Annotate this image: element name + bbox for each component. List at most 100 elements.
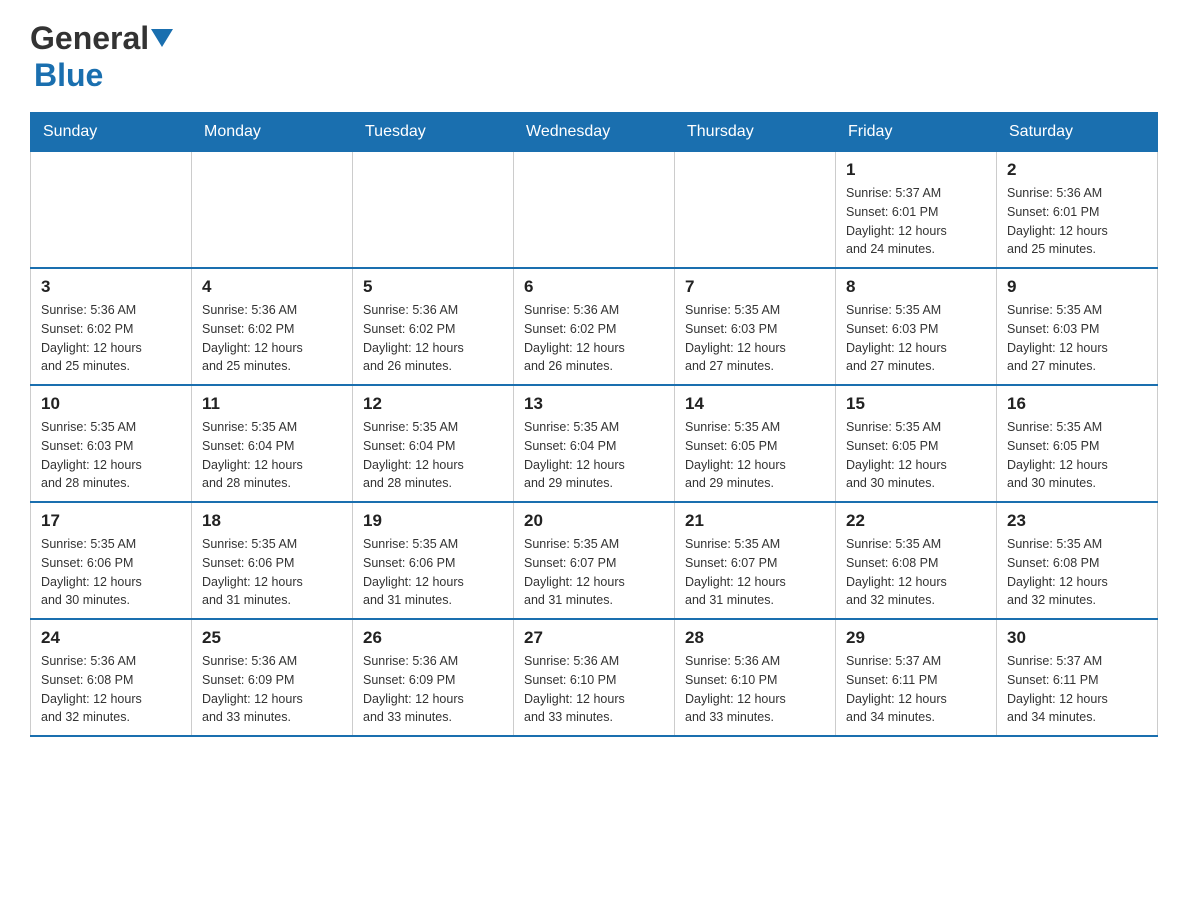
calendar-day-cell: 1 Sunrise: 5:37 AM Sunset: 6:01 PM Daylig… <box>836 152 997 269</box>
day-of-week-header: Friday <box>836 113 997 152</box>
day-info: Sunrise: 5:36 AM Sunset: 6:02 PM Dayligh… <box>202 301 342 376</box>
day-number: 7 <box>685 277 825 297</box>
calendar-week-row: 1 Sunrise: 5:37 AM Sunset: 6:01 PM Daylig… <box>31 152 1158 269</box>
calendar-day-cell: 18 Sunrise: 5:35 AM Sunset: 6:06 PM Dayli… <box>192 502 353 619</box>
page-header: General Blue <box>30 20 1158 94</box>
calendar-day-cell: 12 Sunrise: 5:35 AM Sunset: 6:04 PM Dayli… <box>353 385 514 502</box>
calendar-day-cell <box>353 152 514 269</box>
day-number: 27 <box>524 628 664 648</box>
day-number: 19 <box>363 511 503 531</box>
calendar-day-cell: 24Sunrise: 5:36 AM Sunset: 6:08 PM Dayli… <box>31 619 192 736</box>
day-number: 5 <box>363 277 503 297</box>
calendar-week-row: 24Sunrise: 5:36 AM Sunset: 6:08 PM Dayli… <box>31 619 1158 736</box>
calendar-day-cell: 11 Sunrise: 5:35 AM Sunset: 6:04 PM Dayli… <box>192 385 353 502</box>
day-number: 26 <box>363 628 503 648</box>
day-of-week-header: Sunday <box>31 113 192 152</box>
calendar-body: 1 Sunrise: 5:37 AM Sunset: 6:01 PM Daylig… <box>31 152 1158 737</box>
calendar-day-cell <box>192 152 353 269</box>
day-number: 28 <box>685 628 825 648</box>
day-info: Sunrise: 5:35 AM Sunset: 6:06 PM Dayligh… <box>41 535 181 610</box>
day-info: Sunrise: 5:35 AM Sunset: 6:04 PM Dayligh… <box>202 418 342 493</box>
calendar-day-cell <box>514 152 675 269</box>
calendar-day-cell <box>31 152 192 269</box>
day-of-week-header: Monday <box>192 113 353 152</box>
day-info: Sunrise: 5:35 AM Sunset: 6:03 PM Dayligh… <box>41 418 181 493</box>
day-number: 16 <box>1007 394 1147 414</box>
calendar-table: SundayMondayTuesdayWednesdayThursdayFrid… <box>30 112 1158 737</box>
calendar-day-cell: 7 Sunrise: 5:35 AM Sunset: 6:03 PM Daylig… <box>675 268 836 385</box>
day-number: 14 <box>685 394 825 414</box>
calendar-day-cell: 6 Sunrise: 5:36 AM Sunset: 6:02 PM Daylig… <box>514 268 675 385</box>
day-info: Sunrise: 5:36 AM Sunset: 6:02 PM Dayligh… <box>363 301 503 376</box>
calendar-day-cell: 27 Sunrise: 5:36 AM Sunset: 6:10 PM Dayli… <box>514 619 675 736</box>
day-number: 17 <box>41 511 181 531</box>
calendar-day-cell: 25 Sunrise: 5:36 AM Sunset: 6:09 PM Dayli… <box>192 619 353 736</box>
calendar-week-row: 10 Sunrise: 5:35 AM Sunset: 6:03 PM Dayli… <box>31 385 1158 502</box>
day-number: 29 <box>846 628 986 648</box>
day-info: Sunrise: 5:37 AM Sunset: 6:11 PM Dayligh… <box>846 652 986 727</box>
calendar-day-cell: 22Sunrise: 5:35 AM Sunset: 6:08 PM Dayli… <box>836 502 997 619</box>
day-info: Sunrise: 5:35 AM Sunset: 6:03 PM Dayligh… <box>685 301 825 376</box>
day-info: Sunrise: 5:36 AM Sunset: 6:02 PM Dayligh… <box>524 301 664 376</box>
day-number: 18 <box>202 511 342 531</box>
day-info: Sunrise: 5:35 AM Sunset: 6:07 PM Dayligh… <box>524 535 664 610</box>
logo-general-text: General <box>30 20 149 57</box>
day-info: Sunrise: 5:36 AM Sunset: 6:02 PM Dayligh… <box>41 301 181 376</box>
day-of-week-header: Thursday <box>675 113 836 152</box>
day-info: Sunrise: 5:35 AM Sunset: 6:06 PM Dayligh… <box>202 535 342 610</box>
calendar-day-cell: 8Sunrise: 5:35 AM Sunset: 6:03 PM Daylig… <box>836 268 997 385</box>
logo: General Blue <box>30 20 173 94</box>
day-info: Sunrise: 5:37 AM Sunset: 6:11 PM Dayligh… <box>1007 652 1147 727</box>
logo-arrow-icon <box>151 29 173 52</box>
calendar-day-cell: 5 Sunrise: 5:36 AM Sunset: 6:02 PM Daylig… <box>353 268 514 385</box>
calendar-header: SundayMondayTuesdayWednesdayThursdayFrid… <box>31 113 1158 152</box>
day-info: Sunrise: 5:36 AM Sunset: 6:09 PM Dayligh… <box>202 652 342 727</box>
calendar-day-cell: 10 Sunrise: 5:35 AM Sunset: 6:03 PM Dayli… <box>31 385 192 502</box>
day-number: 21 <box>685 511 825 531</box>
calendar-day-cell: 17 Sunrise: 5:35 AM Sunset: 6:06 PM Dayli… <box>31 502 192 619</box>
day-number: 23 <box>1007 511 1147 531</box>
day-info: Sunrise: 5:35 AM Sunset: 6:04 PM Dayligh… <box>363 418 503 493</box>
calendar-day-cell: 23Sunrise: 5:35 AM Sunset: 6:08 PM Dayli… <box>997 502 1158 619</box>
day-info: Sunrise: 5:35 AM Sunset: 6:08 PM Dayligh… <box>846 535 986 610</box>
day-number: 13 <box>524 394 664 414</box>
calendar-day-cell: 21Sunrise: 5:35 AM Sunset: 6:07 PM Dayli… <box>675 502 836 619</box>
day-number: 24 <box>41 628 181 648</box>
day-info: Sunrise: 5:37 AM Sunset: 6:01 PM Dayligh… <box>846 184 986 259</box>
day-info: Sunrise: 5:36 AM Sunset: 6:09 PM Dayligh… <box>363 652 503 727</box>
day-of-week-header: Saturday <box>997 113 1158 152</box>
day-number: 4 <box>202 277 342 297</box>
day-info: Sunrise: 5:35 AM Sunset: 6:04 PM Dayligh… <box>524 418 664 493</box>
calendar-day-cell: 26 Sunrise: 5:36 AM Sunset: 6:09 PM Dayli… <box>353 619 514 736</box>
day-number: 2 <box>1007 160 1147 180</box>
day-number: 25 <box>202 628 342 648</box>
day-number: 9 <box>1007 277 1147 297</box>
calendar-day-cell: 14 Sunrise: 5:35 AM Sunset: 6:05 PM Dayli… <box>675 385 836 502</box>
day-number: 15 <box>846 394 986 414</box>
day-info: Sunrise: 5:36 AM Sunset: 6:10 PM Dayligh… <box>685 652 825 727</box>
day-info: Sunrise: 5:35 AM Sunset: 6:06 PM Dayligh… <box>363 535 503 610</box>
calendar-week-row: 3Sunrise: 5:36 AM Sunset: 6:02 PM Daylig… <box>31 268 1158 385</box>
day-number: 1 <box>846 160 986 180</box>
logo-blue-text: Blue <box>34 57 103 93</box>
calendar-day-cell: 28 Sunrise: 5:36 AM Sunset: 6:10 PM Dayli… <box>675 619 836 736</box>
calendar-day-cell: 3Sunrise: 5:36 AM Sunset: 6:02 PM Daylig… <box>31 268 192 385</box>
calendar-day-cell: 30Sunrise: 5:37 AM Sunset: 6:11 PM Dayli… <box>997 619 1158 736</box>
day-info: Sunrise: 5:36 AM Sunset: 6:10 PM Dayligh… <box>524 652 664 727</box>
day-number: 6 <box>524 277 664 297</box>
calendar-day-cell: 13 Sunrise: 5:35 AM Sunset: 6:04 PM Dayli… <box>514 385 675 502</box>
day-info: Sunrise: 5:35 AM Sunset: 6:05 PM Dayligh… <box>685 418 825 493</box>
day-info: Sunrise: 5:36 AM Sunset: 6:01 PM Dayligh… <box>1007 184 1147 259</box>
calendar-week-row: 17 Sunrise: 5:35 AM Sunset: 6:06 PM Dayli… <box>31 502 1158 619</box>
calendar-day-cell: 20Sunrise: 5:35 AM Sunset: 6:07 PM Dayli… <box>514 502 675 619</box>
day-of-week-header: Wednesday <box>514 113 675 152</box>
day-number: 11 <box>202 394 342 414</box>
day-number: 8 <box>846 277 986 297</box>
calendar-day-cell: 16Sunrise: 5:35 AM Sunset: 6:05 PM Dayli… <box>997 385 1158 502</box>
calendar-day-cell <box>675 152 836 269</box>
days-of-week-row: SundayMondayTuesdayWednesdayThursdayFrid… <box>31 113 1158 152</box>
calendar-day-cell: 15Sunrise: 5:35 AM Sunset: 6:05 PM Dayli… <box>836 385 997 502</box>
day-number: 10 <box>41 394 181 414</box>
day-number: 12 <box>363 394 503 414</box>
calendar-day-cell: 2 Sunrise: 5:36 AM Sunset: 6:01 PM Daylig… <box>997 152 1158 269</box>
